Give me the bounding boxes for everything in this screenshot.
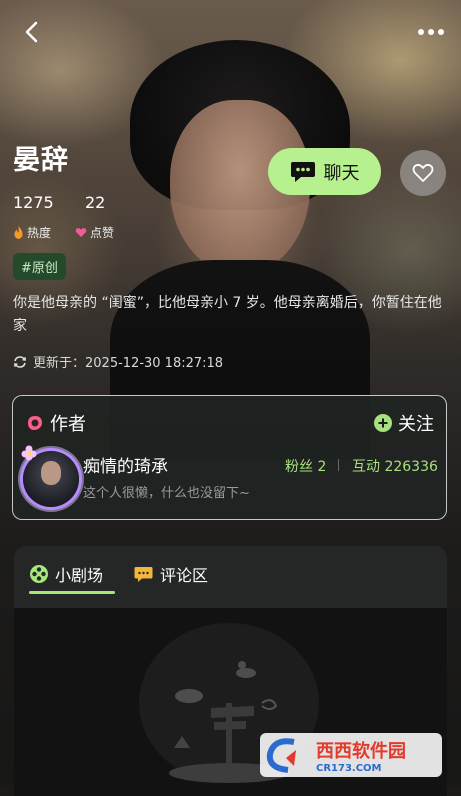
back-button[interactable]	[14, 14, 50, 50]
author-name[interactable]: 痴情的琦承	[83, 452, 168, 477]
follow-button[interactable]: 关注	[374, 410, 434, 436]
film-reel-icon	[30, 565, 48, 583]
author-fans-count: 粉丝 2	[285, 459, 327, 475]
likes-stat: 点赞	[75, 224, 114, 241]
author-bio: 这个人很懒，什么也没留下~	[83, 486, 250, 501]
more-options-button[interactable]	[411, 20, 451, 44]
more-dot	[438, 29, 444, 35]
comment-icon	[134, 566, 153, 582]
author-card[interactable]: 作者 关注 痴情的琦承 这个人很懒，什么也没留下~ 粉丝 2 互动 226336	[12, 395, 447, 520]
more-dot	[428, 29, 434, 35]
watermark-logo-icon	[266, 738, 296, 773]
favorite-button[interactable]	[400, 150, 446, 196]
author-section-title: 作者	[26, 410, 86, 436]
chat-bubble-icon	[290, 161, 315, 182]
tab-comments-label: 评论区	[160, 566, 209, 585]
avatar-face	[41, 461, 61, 485]
follow-label: 关注	[398, 414, 434, 435]
likes-label: 点赞	[90, 226, 115, 240]
character-tag[interactable]: #原创	[13, 253, 66, 280]
chat-button-label: 聊天	[323, 162, 360, 184]
site-watermark: 西西软件园 CR173.COM	[260, 733, 442, 777]
chat-button[interactable]: 聊天	[268, 148, 381, 195]
fire-icon	[14, 226, 23, 239]
heat-stat: 热度	[13, 224, 51, 241]
tab-comments[interactable]: 评论区	[134, 562, 208, 586]
tab-theater[interactable]: 小剧场	[30, 562, 103, 586]
watermark-brand: 西西软件园	[316, 740, 406, 762]
author-badge-icon	[28, 416, 42, 430]
character-description: 你是他母亲的 “闺蜜”，比他母亲小 7 岁。他母亲离婚后，你暂住在他家	[13, 295, 442, 334]
author-interaction-count: 互动 226336	[352, 459, 438, 475]
heat-value: 1275	[13, 193, 54, 212]
likes-value: 22	[85, 193, 106, 212]
stats-divider	[338, 459, 339, 471]
heart-outline-icon	[412, 163, 434, 182]
plus-circle-icon	[374, 414, 392, 432]
heat-label: 热度	[27, 226, 52, 240]
update-time-text: 更新于：2025-12-30 18:27:18	[33, 356, 224, 371]
active-tab-indicator	[29, 591, 115, 594]
more-dots-icon	[418, 29, 424, 35]
watermark-url: CR173.COM	[316, 762, 382, 774]
author-section-label: 作者	[50, 414, 86, 435]
back-chevron-icon	[25, 21, 38, 43]
watermark-text: 西西软件园 CR173.COM	[316, 737, 406, 774]
update-time: 更新于：2025-12-30 18:27:18	[13, 352, 223, 371]
heart-filled-icon	[75, 228, 87, 237]
refresh-icon	[14, 355, 26, 368]
avatar-frame-flower-icon	[21, 445, 37, 461]
character-name: 晏辞	[13, 145, 69, 176]
tab-theater-label: 小剧场	[55, 566, 104, 585]
